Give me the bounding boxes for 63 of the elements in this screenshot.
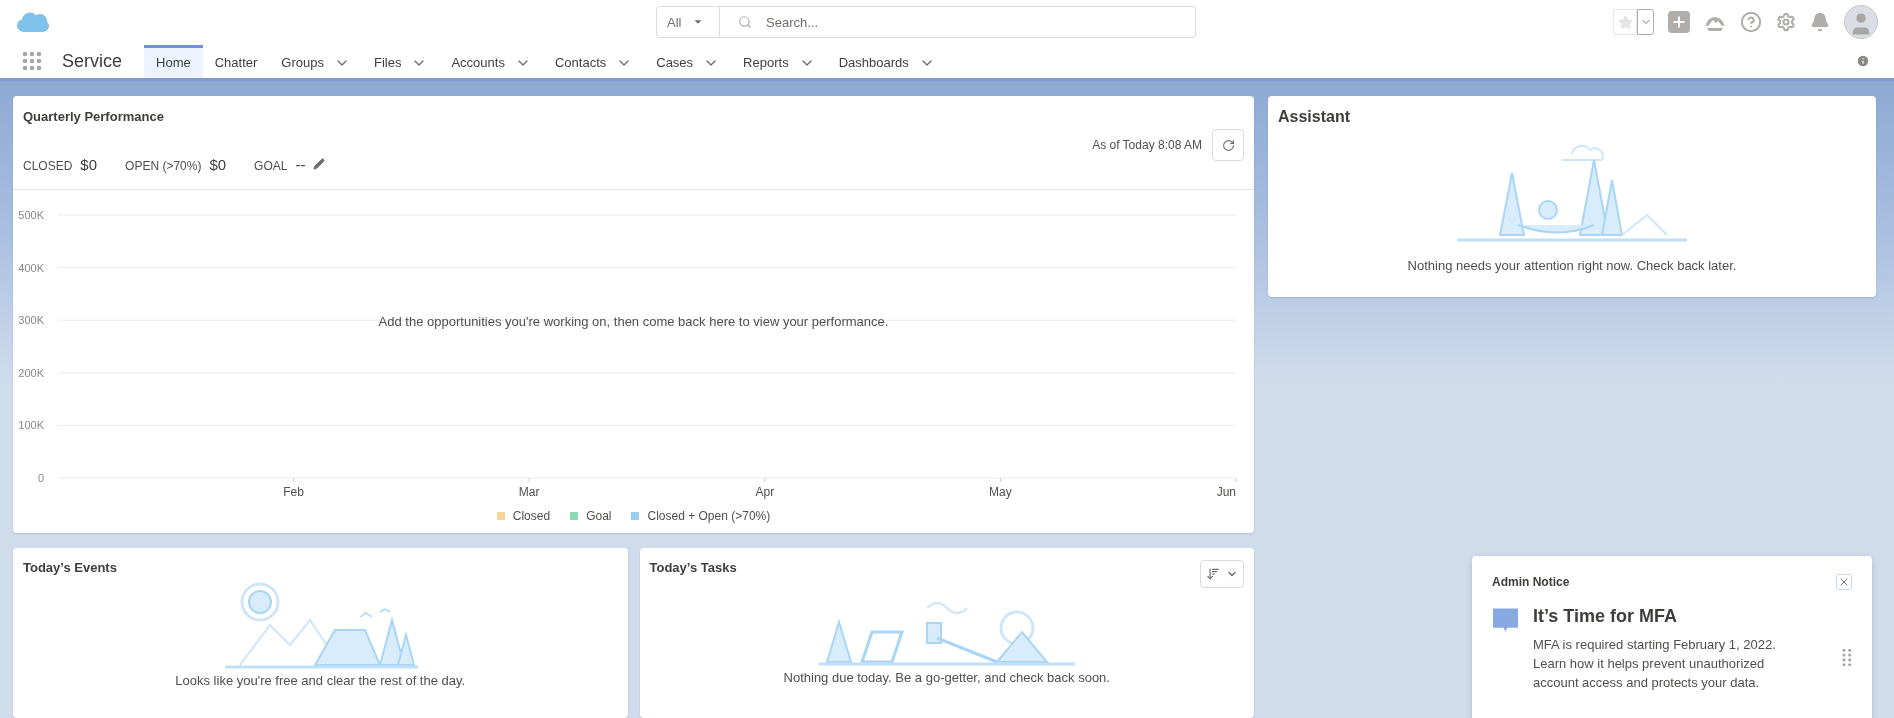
global-actions-button[interactable] [1668,11,1690,34]
favorites-menu-button[interactable] [1637,9,1654,36]
as-of-timestamp: As of Today 8:08 AM [1092,138,1202,152]
cloud-logo[interactable] [16,10,50,35]
card-title: Today’s Tasks [649,560,737,575]
close-icon [1838,576,1850,588]
legend-label: Closed [512,509,551,523]
nav-tab[interactable]: Accounts [439,44,543,78]
y-axis-label: 400K [18,261,44,274]
nav-tab[interactable]: Reports [731,44,827,78]
chat-bubble-icon [1492,606,1519,634]
edit-pencil-icon[interactable] [313,158,326,170]
empty-chart-message: Add the opportunities you're working on, then come back here to view your performance. [378,314,889,329]
nav-tab[interactable]: Home [144,44,203,78]
card-title: Quarterly Performance [23,109,164,124]
drag-handle-icon[interactable] [1842,648,1852,666]
x-axis-label: Apr [755,485,775,499]
legend-label: Closed + Open (>70%) [647,509,771,523]
legend-label: Goal [586,509,612,523]
nav-tab[interactable]: Files [362,44,440,78]
nav-tab[interactable]: Cases [644,44,732,78]
sort-button[interactable] [1200,560,1244,588]
avatar[interactable] [1844,5,1878,40]
settings-icon[interactable] [1776,12,1796,33]
x-axis-label: Feb [283,485,304,499]
notice-title: Admin Notice [1492,575,1570,589]
favorite-button[interactable] [1613,9,1637,36]
y-axis-label: 200K [18,366,44,379]
y-axis-label: 300K [18,314,44,327]
metric-value: -- [295,156,306,173]
refresh-button[interactable] [1212,129,1244,161]
events-empty-message: Looks like you're free and clear the rest of the day. [175,673,466,688]
nav-tab[interactable]: Chatter [202,44,270,78]
metric-value: $0 [80,156,98,173]
card-title: Today’s Events [23,560,117,575]
card-title: Assistant [1278,108,1351,126]
metric-value: $0 [209,156,227,173]
search-icon [738,15,752,30]
nav-tab[interactable]: Dashboards [826,44,947,78]
help-icon[interactable] [1740,11,1762,34]
refresh-icon [1221,138,1235,152]
tasks-empty-message: Nothing due today. Be a go-getter, and check back soon. [783,670,1110,685]
search-scope-dropdown[interactable]: All [656,6,720,39]
nav-tab[interactable]: Groups [269,44,362,78]
x-axis-label: May [989,485,1012,499]
notifications-bell-icon[interactable] [1810,12,1830,33]
notice-body: MFA is required starting February 1, 2022. Learn how it helps prevent unauthorized account access and protects your data. [1532,636,1777,692]
metric-label: GOAL [254,159,288,173]
y-axis-label: 500K [18,209,44,221]
y-axis-label: 100K [18,419,44,432]
y-axis-label: 0 [37,472,44,484]
nav-tab[interactable]: Contacts [542,44,645,78]
star-icon [1617,14,1633,30]
sort-icon [1206,567,1220,581]
metric-label: CLOSED [23,159,73,173]
x-axis-label: Jun [1216,485,1236,499]
notice-heading: It’s Time for MFA [1532,606,1678,627]
search-field[interactable]: Search... [720,6,1196,39]
app-name: Service [62,49,123,73]
metric-label: OPEN (>70%) [125,159,202,173]
close-button[interactable] [1836,574,1852,590]
assistant-empty-message: Nothing needs your attention right now. Check back later. [1407,258,1737,273]
x-axis-label: Mar [518,485,540,499]
